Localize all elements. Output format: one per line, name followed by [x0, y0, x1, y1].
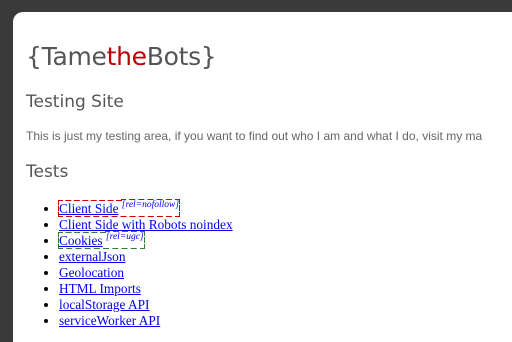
test-link-externaljson[interactable]: externalJson: [59, 249, 125, 264]
rel-ugc-label: [rel=ugc]: [105, 232, 144, 242]
list-item: Cookies [rel=ugc]: [58, 232, 233, 249]
list-item: Client Side [rel=nofollow]: [57, 200, 233, 217]
webpage-viewport: {TametheBots} Testing Site This is just …: [13, 12, 512, 342]
list-item: externalJson: [59, 249, 233, 265]
intro-text: This is just my testing area, if you wan…: [26, 129, 483, 143]
test-link-geolocation[interactable]: Geolocation: [59, 265, 124, 280]
list-item: localStorage API: [59, 297, 233, 313]
logo-text-open: {Tame: [26, 42, 107, 71]
tests-heading: Tests: [26, 162, 69, 182]
list-item: Geolocation: [59, 265, 233, 281]
tests-list: Client Side [rel=nofollow] Client Side w…: [39, 200, 233, 329]
list-item: Client Side with Robots noindex: [59, 217, 233, 233]
list-item: HTML Imports: [59, 281, 233, 297]
testing-site-heading: Testing Site: [26, 92, 124, 112]
test-link-cookies[interactable]: Cookies: [59, 233, 103, 248]
logo-text-close: Bots}: [146, 42, 217, 71]
rel-nofollow-label: [rel=nofollow]: [121, 200, 180, 210]
logo-text-accent: the: [106, 42, 147, 71]
test-link-serviceworker[interactable]: serviceWorker API: [59, 313, 160, 328]
ugc-outline: Cookies [rel=ugc]: [58, 232, 145, 249]
nofollow-outline: Client Side [rel=nofollow]: [57, 200, 181, 217]
test-link-html-imports[interactable]: HTML Imports: [59, 281, 141, 296]
list-item: serviceWorker API: [59, 313, 233, 329]
test-link-client-side-noindex[interactable]: Client Side with Robots noindex: [59, 217, 233, 232]
test-link-client-side[interactable]: Client Side: [59, 201, 118, 216]
test-link-localstorage[interactable]: localStorage API: [59, 297, 149, 312]
site-logo[interactable]: {TametheBots}: [26, 42, 217, 71]
